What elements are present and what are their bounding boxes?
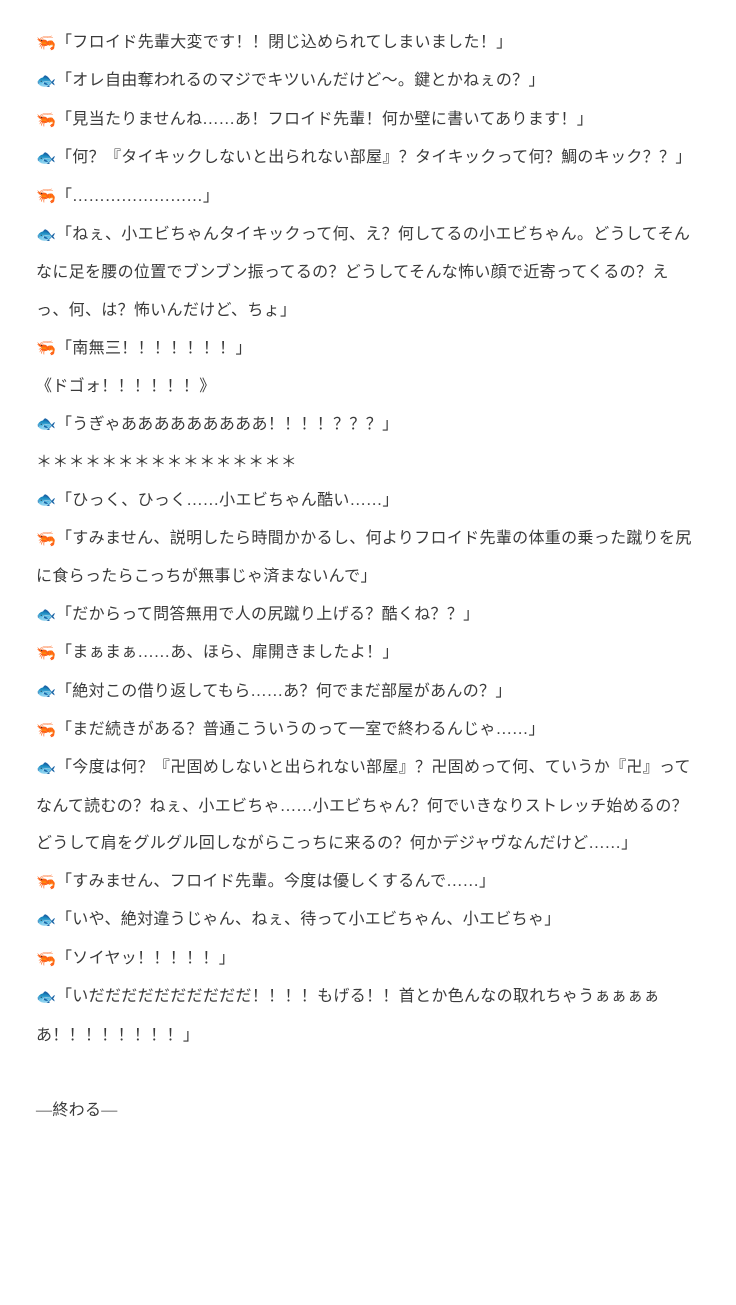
story-line: 🦐「ソイヤッ！！！！！」 — [36, 940, 700, 978]
line-text: 「いや、絶対違うじゃん、ねぇ、待って小エビちゃん、小エビちゃ」 — [56, 911, 561, 928]
line-text: 「うぎゃあああああああああ！！！！？？？」 — [56, 416, 398, 433]
line-text: 「何？『タイキックしないと出られない部屋』？タイキックって何？鯛のキック？？」 — [56, 149, 692, 166]
ending-text: ―終わる― — [36, 1102, 118, 1119]
shrimp-icon: 🦐 — [36, 521, 55, 559]
shrimp-icon: 🦐 — [36, 25, 55, 63]
story-line: 🐟「何？『タイキックしないと出られない部屋』？タイキックって何？鯛のキック？？」 — [36, 139, 700, 177]
story-line: 🐟「うぎゃあああああああああ！！！！？？？」 — [36, 406, 700, 444]
line-text: 「見当たりませんね……あ！フロイド先輩！何か壁に書いてあります！」 — [56, 111, 593, 128]
line-text: 「フロイド先輩大変です！！閉じ込められてしまいました！」 — [56, 34, 512, 51]
shrimp-icon: 🦐 — [36, 864, 55, 902]
line-text: 「南無三！！！！！！！」 — [56, 340, 252, 357]
shrimp-icon: 🦐 — [36, 102, 55, 140]
line-text: 「いだだだだだだだだだだ！！！！もげる！！首とか色んなの取れちゃうぁぁぁぁあ！！… — [36, 988, 660, 1043]
shrimp-icon: 🦐 — [36, 712, 55, 750]
ending-line: ―終わる― — [36, 1092, 700, 1130]
fish-icon: 🐟 — [36, 597, 55, 635]
story-line: ＊＊＊＊＊＊＊＊＊＊＊＊＊＊＊＊ — [36, 444, 700, 482]
story-body: 🦐「フロイド先輩大変です！！閉じ込められてしまいました！」🐟「オレ自由奪われるの… — [36, 24, 700, 1054]
story-page: 🦐「フロイド先輩大変です！！閉じ込められてしまいました！」🐟「オレ自由奪われるの… — [0, 0, 736, 1169]
story-line: 《ドゴォ！！！！！！》 — [36, 368, 700, 406]
story-line: 🐟「ひっく、ひっく……小エビちゃん酷い……」 — [36, 482, 700, 520]
story-line: 🐟「オレ自由奪われるのマジでキツいんだけど〜。鍵とかねぇの？」 — [36, 62, 700, 100]
story-line: 🐟「いだだだだだだだだだだ！！！！もげる！！首とか色んなの取れちゃうぁぁぁぁあ！… — [36, 978, 700, 1054]
shrimp-icon: 🦐 — [36, 635, 55, 673]
line-text: 「まぁまぁ……あ、ほら、扉開きましたよ！」 — [56, 644, 399, 661]
line-text: 「絶対この借り返してもら……あ？何でまだ部屋があんの？」 — [56, 683, 512, 700]
story-line: 🦐「まだ続きがある？普通こういうのって一室で終わるんじゃ……」 — [36, 711, 700, 749]
fish-icon: 🐟 — [36, 673, 55, 711]
story-line: 🐟「ねぇ、小エビちゃんタイキックって何、え？何してるの小エビちゃん。どうしてそん… — [36, 216, 700, 330]
story-line: 🐟「絶対この借り返してもら……あ？何でまだ部屋があんの？」 — [36, 673, 700, 711]
story-line: 🦐「まぁまぁ……あ、ほら、扉開きましたよ！」 — [36, 634, 700, 672]
line-text: 「だからって問答無用で人の尻蹴り上げる？酷くね？？」 — [56, 606, 480, 623]
story-line: 🦐「南無三！！！！！！！」 — [36, 330, 700, 368]
story-line: 🦐「……………………」 — [36, 178, 700, 216]
fish-icon: 🐟 — [36, 406, 55, 444]
shrimp-icon: 🦐 — [36, 330, 55, 368]
fish-icon: 🐟 — [36, 140, 55, 178]
line-text: 「ひっく、ひっく……小エビちゃん酷い……」 — [56, 492, 399, 509]
story-line: 🦐「すみません、フロイド先輩。今度は優しくするんで……」 — [36, 863, 700, 901]
fish-icon: 🐟 — [36, 750, 55, 788]
line-text: 「……………………」 — [56, 188, 219, 205]
line-text: 「すみません、フロイド先輩。今度は優しくするんで……」 — [56, 873, 495, 890]
line-text: 「すみません、説明したら時間かかるし、何よりフロイド先輩の体重の乗った蹴りを尻に… — [36, 530, 692, 585]
fish-icon: 🐟 — [36, 979, 55, 1017]
story-line: 🦐「すみません、説明したら時間かかるし、何よりフロイド先輩の体重の乗った蹴りを尻… — [36, 520, 700, 596]
story-line: 🦐「フロイド先輩大変です！！閉じ込められてしまいました！」 — [36, 24, 700, 62]
line-text: 「ソイヤッ！！！！！」 — [56, 950, 235, 967]
shrimp-icon: 🦐 — [36, 941, 55, 979]
line-text: 《ドゴォ！！！！！！》 — [36, 378, 216, 395]
line-text: 「ねぇ、小エビちゃんタイキックって何、え？何してるの小エビちゃん。どうしてそんな… — [36, 226, 690, 319]
fish-icon: 🐟 — [36, 63, 55, 101]
story-line: 🦐「見当たりませんね……あ！フロイド先輩！何か壁に書いてあります！」 — [36, 101, 700, 139]
line-text: 「オレ自由奪われるのマジでキツいんだけど〜。鍵とかねぇの？」 — [56, 72, 545, 89]
fish-icon: 🐟 — [36, 902, 55, 940]
line-text: 「まだ続きがある？普通こういうのって一室で終わるんじゃ……」 — [56, 721, 545, 738]
story-line: 🐟「いや、絶対違うじゃん、ねぇ、待って小エビちゃん、小エビちゃ」 — [36, 901, 700, 939]
fish-icon: 🐟 — [36, 217, 55, 255]
story-line: 🐟「だからって問答無用で人の尻蹴り上げる？酷くね？？」 — [36, 596, 700, 634]
fish-icon: 🐟 — [36, 482, 55, 520]
line-text: 「今度は何？『卍固めしないと出られない部屋』？卍固めって何、ていうか『卍』ってな… — [36, 759, 691, 852]
story-line: 🐟「今度は何？『卍固めしないと出られない部屋』？卍固めって何、ていうか『卍』って… — [36, 749, 700, 863]
shrimp-icon: 🦐 — [36, 178, 55, 216]
line-text: ＊＊＊＊＊＊＊＊＊＊＊＊＊＊＊＊ — [36, 454, 297, 471]
